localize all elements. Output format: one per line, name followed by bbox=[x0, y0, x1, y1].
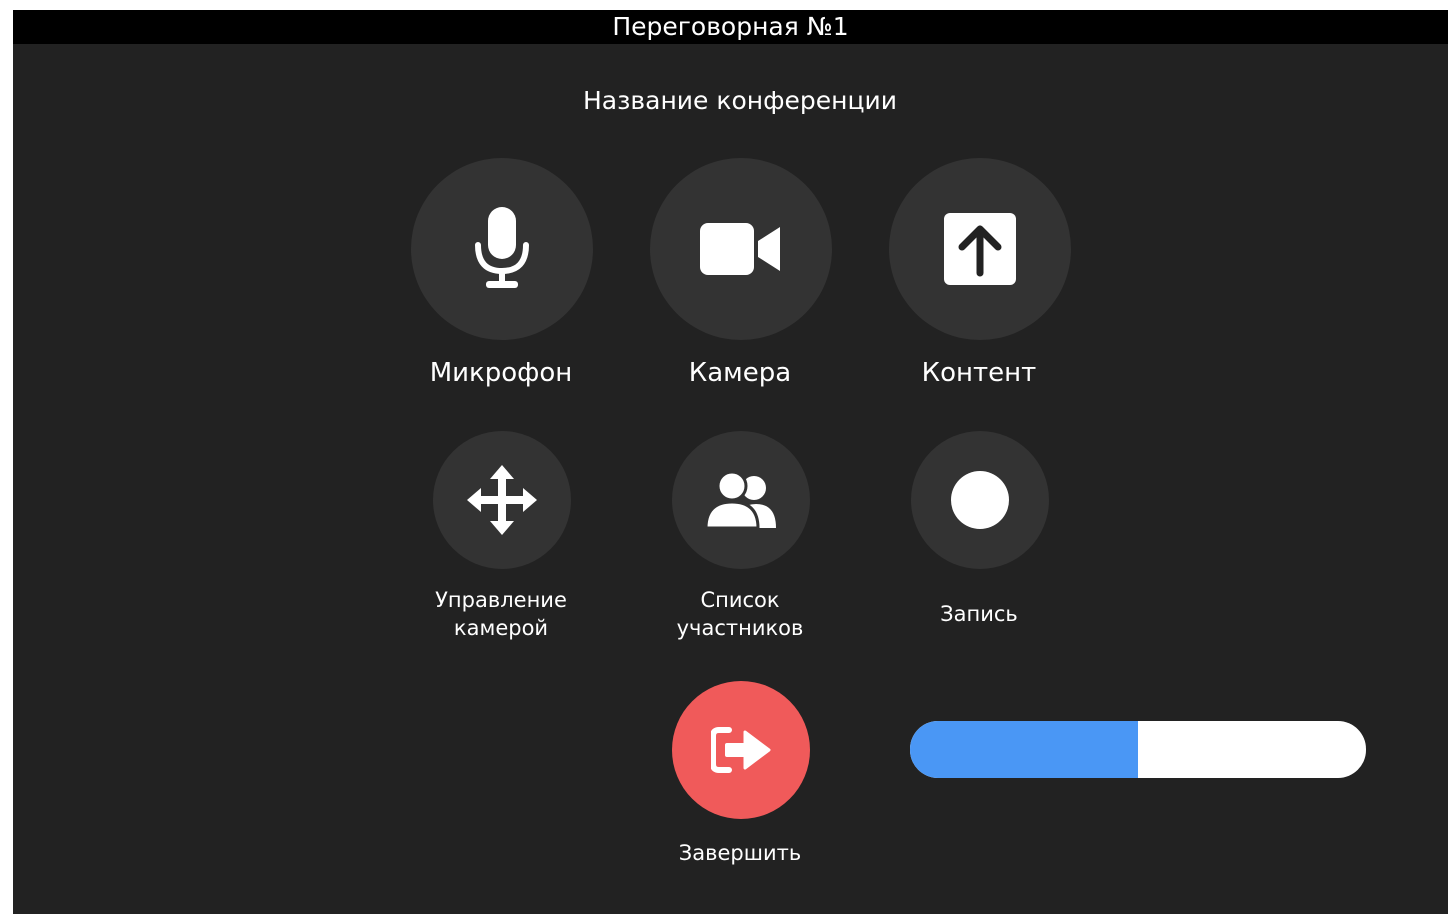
record-icon bbox=[951, 471, 1009, 529]
participants-label-line1: Список bbox=[700, 588, 780, 612]
room-title-bar: Переговорная №1 bbox=[13, 10, 1448, 44]
video-camera-icon bbox=[700, 223, 780, 275]
end-call-button[interactable] bbox=[672, 681, 810, 819]
camera-control-label-line2: камерой bbox=[453, 616, 549, 640]
users-icon bbox=[706, 472, 776, 528]
participants-label-line2: участников bbox=[676, 616, 804, 640]
room-title: Переговорная №1 bbox=[612, 12, 849, 41]
volume-slider[interactable] bbox=[910, 721, 1366, 778]
end-call-label: Завершить bbox=[678, 841, 802, 865]
record-label: Запись bbox=[940, 602, 1018, 626]
content-label: Контент bbox=[921, 358, 1037, 388]
sign-out-icon bbox=[711, 727, 771, 773]
camera-button[interactable] bbox=[650, 158, 832, 340]
share-content-icon bbox=[944, 213, 1016, 285]
microphone-label: Микрофон bbox=[429, 358, 573, 388]
camera-label: Камера bbox=[688, 358, 792, 388]
microphone-button[interactable] bbox=[411, 158, 593, 340]
camera-control-label-line1: Управление bbox=[435, 588, 567, 612]
camera-control-label: Управление камерой bbox=[435, 586, 567, 642]
move-arrows-icon bbox=[467, 465, 537, 535]
volume-slider-fill bbox=[910, 721, 1138, 778]
camera-control-button[interactable] bbox=[433, 431, 571, 569]
participants-label: Список участников bbox=[677, 586, 804, 642]
conference-screen: Переговорная №1 Название конференции Мик… bbox=[13, 10, 1448, 914]
participants-button[interactable] bbox=[672, 431, 810, 569]
content-button[interactable] bbox=[889, 158, 1071, 340]
conference-title: Название конференции bbox=[583, 86, 897, 115]
microphone-icon bbox=[475, 207, 529, 288]
record-button[interactable] bbox=[911, 431, 1049, 569]
